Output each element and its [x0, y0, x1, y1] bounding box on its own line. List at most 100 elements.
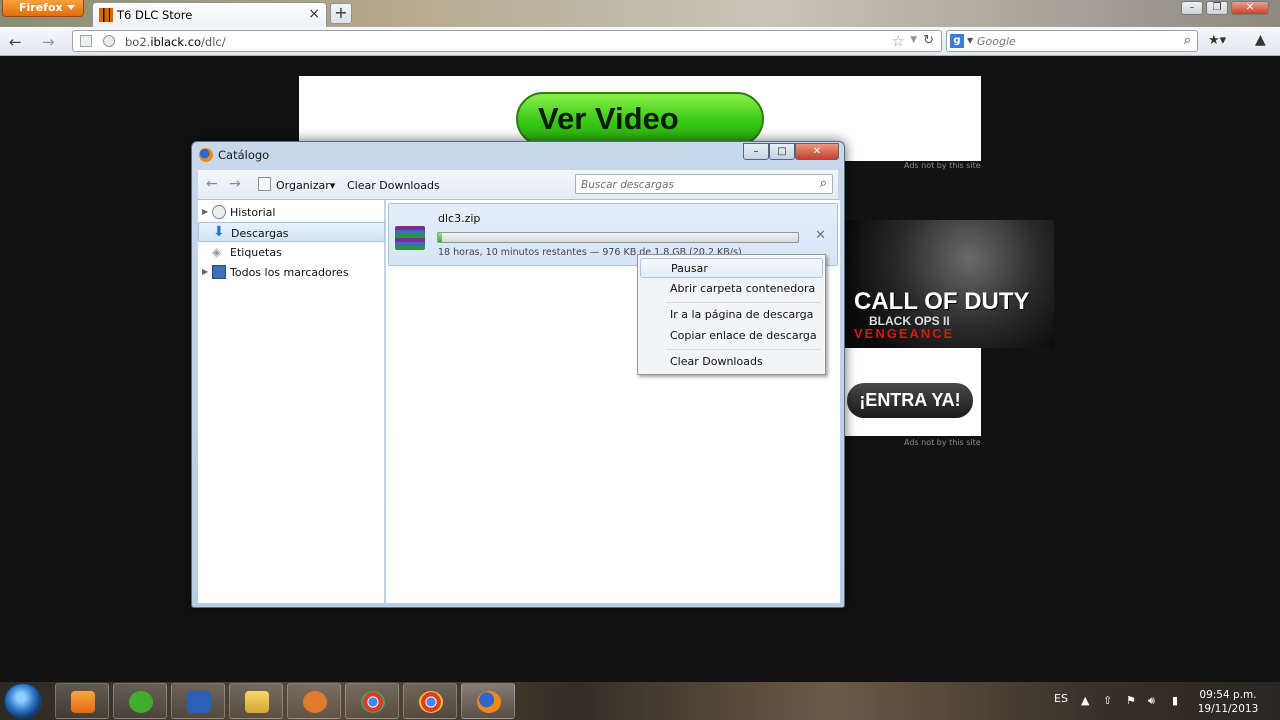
download-search-input[interactable]: Buscar descargas ⌕	[575, 174, 833, 194]
taskbar-chrome-2[interactable]	[403, 683, 457, 719]
organize-menu-button[interactable]: Organizar▾	[276, 179, 335, 192]
folder-icon	[245, 691, 269, 713]
taskbar-chrome-1[interactable]	[345, 683, 399, 719]
new-tab-button[interactable]: +	[330, 3, 352, 24]
menu-item-copiar-enlace[interactable]: Copiar enlace de descarga	[640, 326, 823, 346]
expand-triangle-icon[interactable]: ▶	[202, 267, 208, 276]
expand-triangle-icon[interactable]: ▶	[202, 207, 208, 216]
tab-t6-dlc-store[interactable]: T6 DLC Store ×	[92, 2, 327, 27]
back-arrow-icon[interactable]: ←	[9, 33, 22, 51]
library-maximize-button[interactable]: □	[769, 143, 795, 160]
ad-note-bottom: Ads not by this site	[904, 438, 981, 447]
download-search-placeholder: Buscar descargas	[581, 179, 674, 191]
menu-item-label: Clear Downloads	[670, 355, 763, 368]
minimize-button[interactable]: –	[1181, 1, 1203, 15]
tray-app-icon[interactable]: ⇧	[1103, 694, 1112, 707]
taskbar-utorrent[interactable]	[113, 683, 167, 719]
battery-icon[interactable]: ▮	[1172, 694, 1178, 707]
clock[interactable]: 09:54 p.m. 19/11/2013	[1192, 688, 1264, 716]
clock-date: 19/11/2013	[1197, 703, 1259, 715]
engine-dropdown-icon[interactable]: ▼	[967, 36, 973, 45]
download-progress-bar	[437, 232, 799, 243]
call-of-duty-ad[interactable]: CALL OF DUTY BLACK OPS II VENGEANCE	[842, 220, 1054, 348]
url-bar[interactable]: bo2.iblack.co/dlc/ ☆ ▼ ↻	[72, 30, 942, 52]
tag-icon: ◈	[212, 245, 222, 259]
tab-close-icon[interactable]: ×	[308, 6, 320, 22]
menu-item-label: Copiar enlace de descarga	[670, 329, 817, 342]
language-indicator[interactable]: ES	[1054, 692, 1068, 705]
search-icon[interactable]: ⌕	[820, 176, 827, 191]
winrar-archive-icon	[395, 226, 425, 250]
close-window-button[interactable]: ✕	[1231, 1, 1269, 15]
clock-icon	[212, 205, 226, 219]
entra-ya-button[interactable]: ¡ENTRA YA!	[847, 383, 973, 418]
navigation-bar: ← → bo2.iblack.co/dlc/ ☆ ▼ ↻ g ▼ Google …	[0, 27, 1280, 56]
url-dropdown-icon[interactable]: ▼	[910, 35, 917, 45]
clock-time: 09:54 p.m.	[1199, 689, 1257, 701]
organize-label: Organizar	[276, 179, 330, 192]
chrome-icon	[419, 691, 443, 713]
ver-video-button[interactable]: Ver Video	[516, 92, 764, 146]
taskbar-sandbox[interactable]	[287, 683, 341, 719]
google-engine-icon[interactable]: g	[950, 34, 964, 48]
scroll-up-icon[interactable]: ▲	[1255, 32, 1266, 48]
taskbar-media-player[interactable]	[55, 683, 109, 719]
ad-title: CALL OF DUTY	[854, 288, 1030, 315]
menu-item-clear-downloads[interactable]: Clear Downloads	[640, 352, 823, 372]
menu-item-label: Ir a la página de descarga	[670, 308, 814, 321]
tab-title: T6 DLC Store	[117, 8, 193, 22]
search-placeholder: Google	[977, 35, 1016, 48]
library-minimize-button[interactable]: –	[743, 143, 769, 160]
media-player-icon	[71, 691, 95, 713]
forward-arrow-icon[interactable]: →	[229, 176, 241, 192]
sidebar-item-todos-marcadores[interactable]: ▶ Todos los marcadores	[198, 262, 385, 282]
sidebar-item-label: Etiquetas	[230, 246, 282, 259]
sidebar-item-label: Todos los marcadores	[230, 266, 349, 279]
site-favicon-icon	[99, 8, 113, 22]
taskbar-folder[interactable]	[229, 683, 283, 719]
firefox-icon	[199, 148, 213, 162]
globe-icon[interactable]	[103, 35, 115, 47]
bookmark-star-icon[interactable]: ☆	[892, 32, 905, 50]
tray-expand-icon[interactable]: ▲	[1081, 694, 1089, 707]
back-arrow-icon[interactable]: ←	[206, 176, 218, 192]
taskbar-vlc[interactable]	[171, 683, 225, 719]
firefox-menu-label: Firefox	[19, 1, 63, 14]
menu-item-abrir-carpeta[interactable]: Abrir carpeta contenedora	[640, 279, 823, 299]
search-icon[interactable]: ⌕	[1184, 33, 1191, 48]
cancel-download-icon[interactable]: ✕	[815, 228, 826, 243]
url-text[interactable]: bo2.iblack.co/dlc/	[125, 35, 226, 49]
firefox-menu-button[interactable]: Firefox	[2, 0, 84, 17]
menu-separator	[666, 349, 821, 350]
action-center-flag-icon[interactable]: ⚑	[1126, 694, 1136, 707]
clear-downloads-button[interactable]: Clear Downloads	[347, 179, 440, 192]
download-context-menu: Pausar Abrir carpeta contenedora Ir a la…	[637, 254, 826, 375]
restore-button[interactable]: ❐	[1206, 1, 1228, 15]
firefox-icon	[477, 691, 501, 713]
menu-separator	[666, 302, 821, 303]
download-arrow-icon: ⬇	[213, 224, 225, 240]
start-button[interactable]	[4, 683, 42, 719]
download-progress-fill	[438, 233, 442, 242]
bookmarks-menu-icon[interactable]: ★▾	[1208, 33, 1226, 48]
volume-icon[interactable]: 🔊︎	[1148, 694, 1155, 708]
search-bar[interactable]: g ▼ Google ⌕	[946, 30, 1198, 52]
page-icon	[80, 35, 92, 47]
bookmarks-icon	[212, 265, 226, 279]
sidebar-item-descargas[interactable]: ⬇ Descargas	[198, 222, 385, 242]
url-prefix: bo2.	[125, 35, 151, 49]
forward-arrow-icon[interactable]: →	[42, 33, 55, 51]
menu-item-pausar[interactable]: Pausar	[640, 258, 823, 278]
chrome-icon	[361, 691, 385, 713]
menu-item-ir-pagina[interactable]: Ir a la página de descarga	[640, 305, 823, 325]
sidebar-item-historial[interactable]: ▶ Historial	[198, 202, 385, 222]
organize-icon	[258, 177, 271, 191]
reload-icon[interactable]: ↻	[923, 33, 934, 48]
library-title: Catálogo	[218, 148, 270, 162]
vlc-icon	[187, 691, 211, 713]
sidebar-item-label: Historial	[230, 206, 276, 219]
library-close-button[interactable]: ✕	[795, 143, 839, 160]
sidebar-item-etiquetas[interactable]: ◈ Etiquetas	[198, 242, 385, 262]
ad-note: Ads not by this site	[904, 161, 981, 170]
taskbar-firefox[interactable]	[461, 683, 515, 719]
